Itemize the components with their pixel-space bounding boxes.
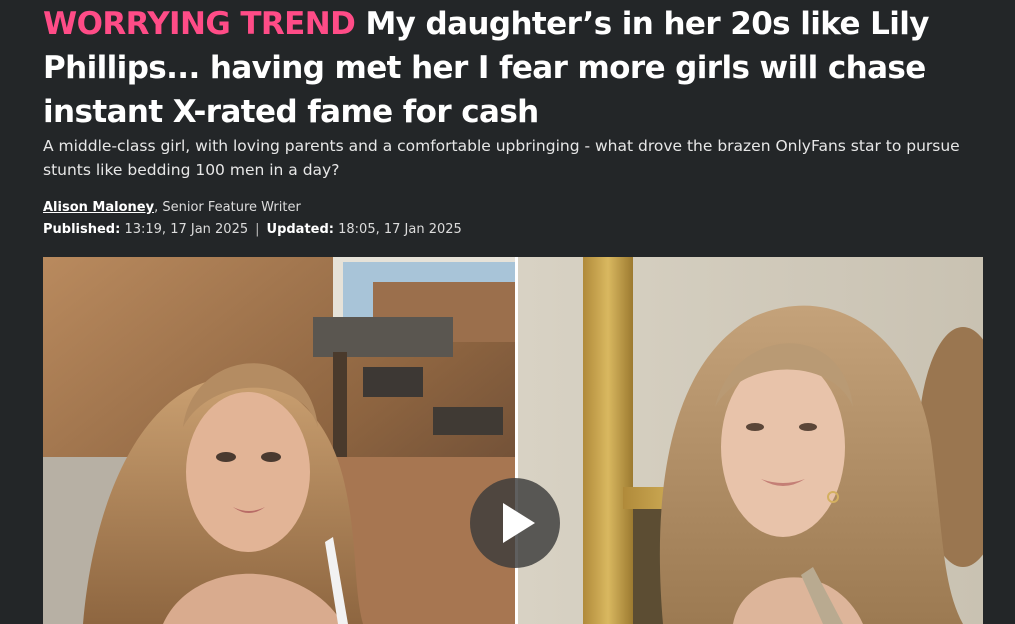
right-photo [518,257,983,624]
play-button[interactable] [470,478,560,568]
updated-time: 18:05, 17 Jan 2025 [334,222,462,237]
article-standfirst: A middle-class girl, with loving parents… [43,137,960,179]
image-divider [515,257,518,624]
left-photo [43,257,515,624]
published-time: 13:19, 17 Jan 2025 [120,222,249,237]
date-separator: | [255,222,260,237]
headline-kicker: WORRYING TREND [43,6,356,42]
article-headline: WORRYING TREND My daughter’s in her 20s … [43,2,983,134]
published-label: Published: [43,222,121,237]
author-role: , Senior Feature Writer [154,200,301,215]
play-icon [503,503,535,543]
author-link[interactable]: Alison Maloney [43,200,154,215]
byline: Alison Maloney, Senior Feature Writer [43,199,301,217]
article-page: WORRYING TREND My daughter’s in her 20s … [0,0,1015,624]
article-dates: Published: 13:19, 17 Jan 2025 | Updated: 1… [43,221,462,239]
updated-label: Updated: [266,222,334,237]
video-player[interactable] [43,257,983,624]
video-thumbnail [43,257,983,624]
